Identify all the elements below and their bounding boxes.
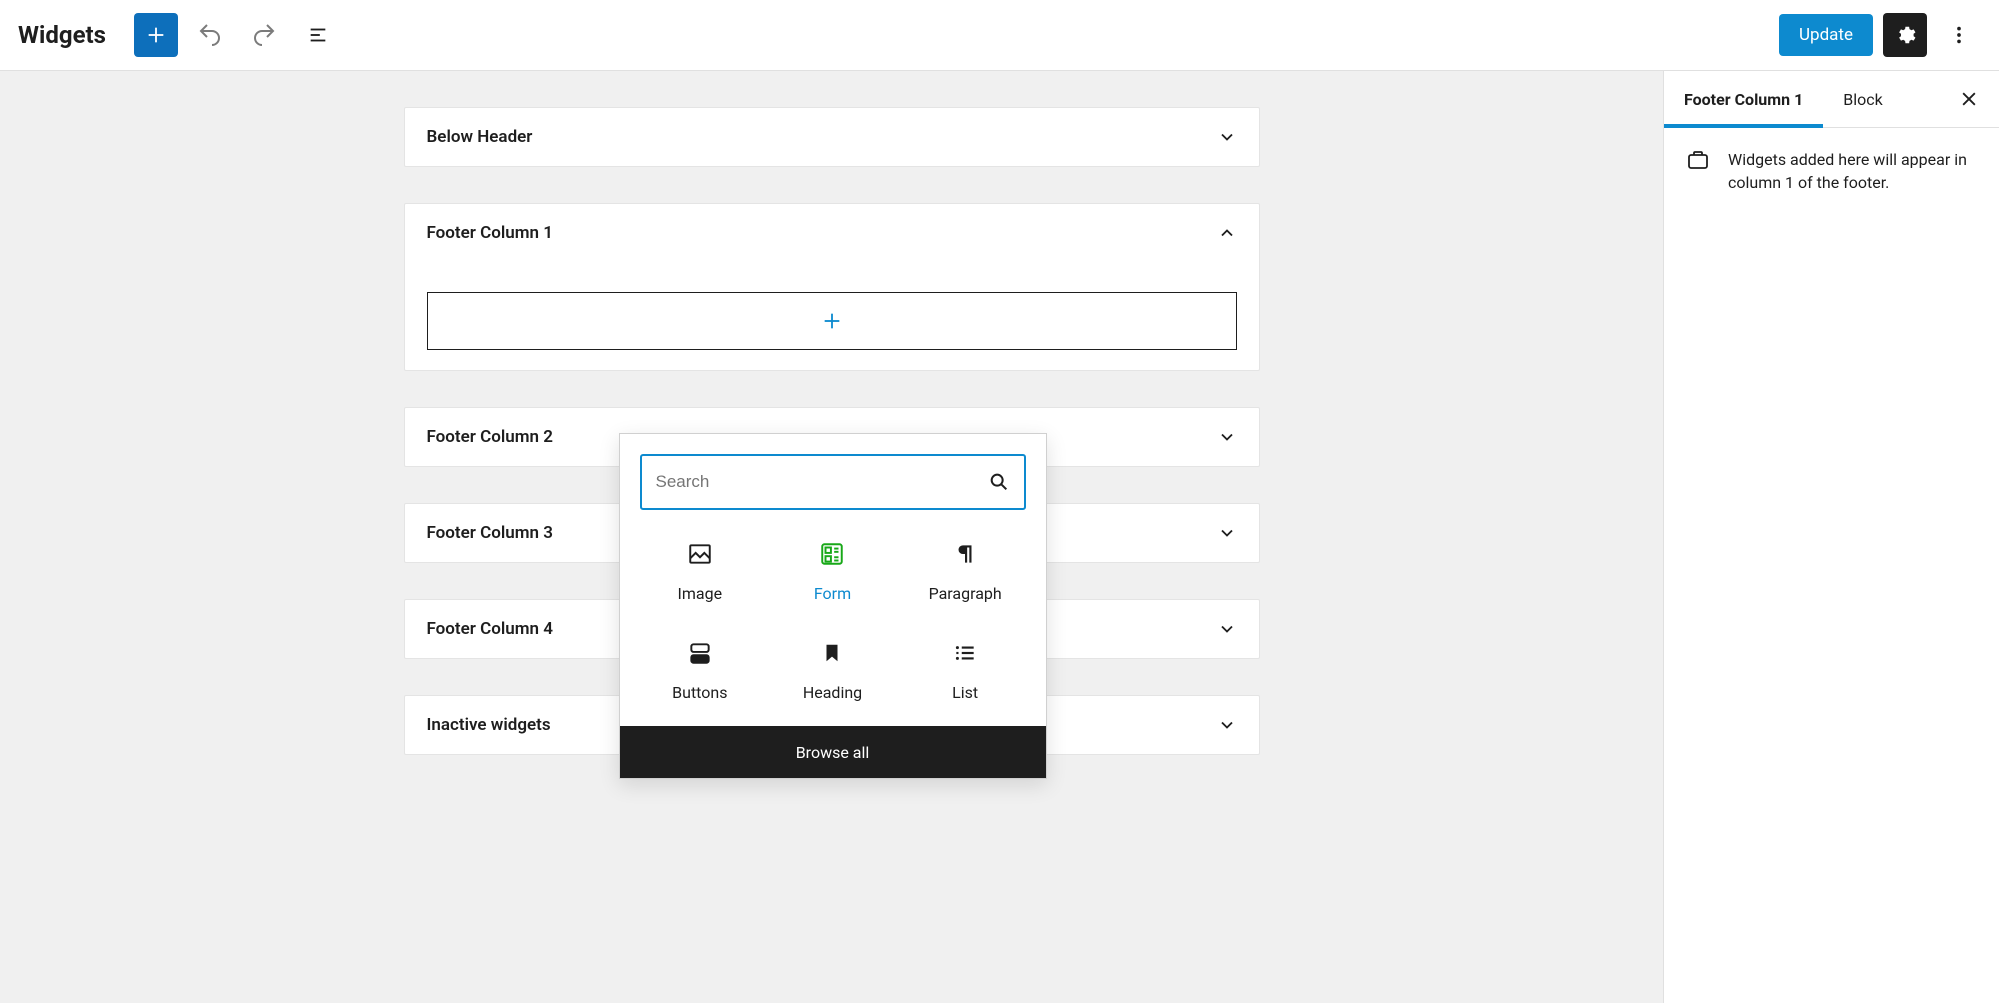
block-type-label: Image <box>678 584 723 603</box>
widget-area-below-header: Below Header <box>404 107 1260 167</box>
chevron-down-icon <box>1217 715 1237 735</box>
widget-area-footer-column-1: Footer Column 1 <box>404 203 1260 371</box>
browse-all-label: Browse all <box>796 743 870 762</box>
sidebar-close-button[interactable] <box>1945 75 1993 123</box>
redo-icon <box>252 23 276 47</box>
update-button-label: Update <box>1799 25 1853 45</box>
inserter-search-input[interactable] <box>656 472 978 492</box>
list-icon <box>952 639 978 667</box>
sidebar-tab-area[interactable]: Footer Column 1 <box>1664 71 1823 127</box>
undo-button[interactable] <box>188 13 232 57</box>
block-type-list[interactable]: List <box>899 639 1032 702</box>
search-icon <box>988 471 1010 493</box>
block-type-label: Heading <box>803 683 862 702</box>
redo-button[interactable] <box>242 13 286 57</box>
page-title: Widgets <box>18 21 106 49</box>
chevron-down-icon <box>1217 619 1237 639</box>
widget-area-body <box>405 262 1259 370</box>
list-view-button[interactable] <box>296 13 340 57</box>
paragraph-icon <box>952 540 978 568</box>
heading-icon <box>821 639 843 667</box>
block-type-buttons[interactable]: Buttons <box>634 639 767 702</box>
widget-areas-canvas: Below Header Footer Column 1 <box>0 71 1663 1003</box>
plus-icon <box>145 24 167 46</box>
widget-area-toggle[interactable]: Footer Column 1 <box>405 204 1259 262</box>
plus-icon <box>821 310 843 332</box>
block-inserter-popup: Image Form Paragraph Buttons Heading <box>619 433 1047 779</box>
settings-button[interactable] <box>1883 13 1927 57</box>
buttons-icon <box>687 639 713 667</box>
inserter-grid: Image Form Paragraph Buttons Heading <box>620 530 1046 726</box>
list-view-icon <box>307 24 329 46</box>
more-menu-button[interactable] <box>1937 13 1981 57</box>
close-icon <box>1959 89 1979 109</box>
update-button[interactable]: Update <box>1779 14 1873 56</box>
sidebar-description-text: Widgets added here will appear in column… <box>1728 148 1977 194</box>
sidebar-tab-label: Footer Column 1 <box>1684 90 1803 109</box>
kebab-icon <box>1948 24 1970 46</box>
block-type-label: List <box>952 683 978 702</box>
block-type-label: Form <box>814 584 851 603</box>
add-block-placeholder[interactable] <box>427 292 1237 350</box>
sidebar-tabs: Footer Column 1 Block <box>1664 71 1999 127</box>
block-type-image[interactable]: Image <box>634 540 767 603</box>
widget-area-title: Below Header <box>427 127 533 147</box>
widget-area-title: Footer Column 1 <box>427 223 553 243</box>
widget-area-toggle[interactable]: Below Header <box>405 108 1259 166</box>
sidebar-description: Widgets added here will appear in column… <box>1664 128 1999 214</box>
block-type-form[interactable]: Form <box>766 540 899 603</box>
widget-area-title: Footer Column 4 <box>427 619 553 639</box>
chevron-up-icon <box>1217 223 1237 243</box>
widget-area-title: Footer Column 2 <box>427 427 553 447</box>
sidebar-tab-label: Block <box>1843 90 1882 109</box>
widget-area-title: Inactive widgets <box>427 715 551 735</box>
settings-sidebar: Footer Column 1 Block Widgets added here… <box>1663 71 1999 1003</box>
undo-icon <box>198 23 222 47</box>
widget-area-title: Footer Column 3 <box>427 523 553 543</box>
chevron-down-icon <box>1217 427 1237 447</box>
browse-all-button[interactable]: Browse all <box>620 726 1046 778</box>
widget-area-icon <box>1686 148 1710 194</box>
gear-icon <box>1894 24 1916 46</box>
block-type-label: Buttons <box>672 683 727 702</box>
add-block-button[interactable] <box>134 13 178 57</box>
block-type-heading[interactable]: Heading <box>766 639 899 702</box>
block-type-label: Paragraph <box>929 584 1002 603</box>
image-icon <box>687 540 713 568</box>
sidebar-tab-block[interactable]: Block <box>1823 71 1902 127</box>
top-toolbar: Widgets Update <box>0 0 1999 71</box>
block-type-paragraph[interactable]: Paragraph <box>899 540 1032 603</box>
inserter-search[interactable] <box>640 454 1026 510</box>
main: Below Header Footer Column 1 <box>0 71 1999 1003</box>
chevron-down-icon <box>1217 127 1237 147</box>
form-icon <box>819 540 845 568</box>
chevron-down-icon <box>1217 523 1237 543</box>
